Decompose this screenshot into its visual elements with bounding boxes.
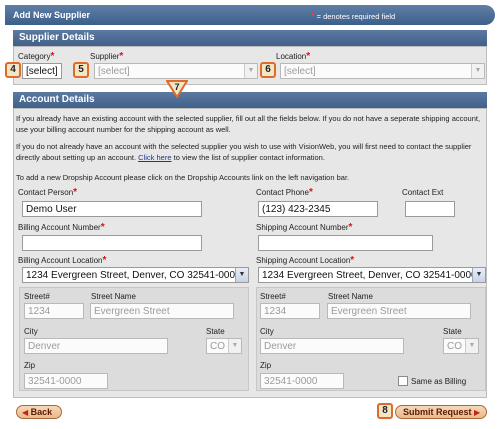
billing-street-no-input[interactable]: 1234 xyxy=(24,303,84,319)
page-title: Add New Supplier xyxy=(13,10,91,20)
submit-request-label: Submit Request xyxy=(403,407,472,417)
billing-street-no-label: Street# xyxy=(24,292,50,301)
contact-ext-input[interactable] xyxy=(405,201,455,217)
callout-badge-4: 4 xyxy=(5,62,21,78)
callout-badge-7: 7 xyxy=(166,80,188,98)
submit-request-button[interactable]: Submit Request ▶ xyxy=(395,405,487,419)
supplier-details-heading: Supplier Details xyxy=(13,30,487,46)
shipping-zip-label: Zip xyxy=(260,361,272,370)
supplier-label: Supplier* xyxy=(90,51,124,62)
contact-phone-input[interactable]: (123) 423-2345 xyxy=(258,201,378,217)
shipping-state-label: State xyxy=(443,327,462,336)
callout-badge-6: 6 xyxy=(260,62,276,78)
required-star-icon: * xyxy=(73,187,78,198)
callout-badge-8: 8 xyxy=(377,403,393,419)
arrow-right-icon: ▶ xyxy=(474,408,481,417)
shipping-street-no-label: Street# xyxy=(260,292,286,301)
contact-person-input[interactable]: Demo User xyxy=(22,201,202,217)
billing-zip-label: Zip xyxy=(24,361,36,370)
shipping-street-name-input[interactable]: Evergreen Street xyxy=(327,303,471,319)
billing-city-input[interactable]: Denver xyxy=(24,338,168,354)
required-star-icon: * xyxy=(119,51,124,62)
required-star-icon: * xyxy=(306,51,311,62)
billing-street-name-input[interactable]: Evergreen Street xyxy=(90,303,234,319)
shipping-street-no-input[interactable]: 1234 xyxy=(260,303,320,319)
chevron-down-icon: ▼ xyxy=(228,339,241,353)
required-star-icon: * xyxy=(308,187,313,198)
billing-location-label: Billing Account Location* xyxy=(18,255,107,266)
required-star-icon: * xyxy=(102,255,107,266)
billing-zip-input[interactable]: 32541-0000 xyxy=(24,373,108,389)
chevron-down-icon: ▼ xyxy=(244,64,257,78)
shipping-location-select[interactable]: 1234 Evergreen Street, Denver, CO 32541-… xyxy=(258,267,486,283)
arrow-left-icon: ◀ xyxy=(22,408,29,417)
shipping-state-select[interactable]: CO ▼ xyxy=(443,338,479,354)
same-as-billing-label: Same as Billing xyxy=(411,377,467,386)
shipping-location-label: Shipping Account Location* xyxy=(256,255,355,266)
chevron-down-icon: ▼ xyxy=(471,64,484,78)
shipping-zip-input[interactable]: 32541-0000 xyxy=(260,373,344,389)
contact-person-label: Contact Person* xyxy=(18,187,78,198)
same-as-billing-checkbox[interactable] xyxy=(398,376,408,386)
shipping-account-number-label: Shipping Account Number* xyxy=(256,222,353,233)
required-star-icon: * xyxy=(100,222,105,233)
dropship-info: To add a new Dropship Account please cli… xyxy=(16,173,350,182)
billing-state-label: State xyxy=(206,327,225,336)
chevron-down-icon: ▼ xyxy=(235,268,248,282)
contact-phone-label: Contact Phone* xyxy=(256,187,313,198)
required-star-icon: * xyxy=(50,51,55,62)
billing-city-label: City xyxy=(24,327,38,336)
account-details-heading: Account Details xyxy=(13,92,487,108)
shipping-account-number-input[interactable] xyxy=(258,235,433,251)
chevron-down-icon: ▼ xyxy=(472,268,485,282)
required-field-note: = denotes required field xyxy=(316,12,396,21)
svg-text:7: 7 xyxy=(174,82,179,92)
page-header-bar: Add New Supplier * = denotes required fi… xyxy=(5,5,495,25)
required-star-icon: * xyxy=(348,222,353,233)
required-field-legend: * = denotes required field xyxy=(311,11,395,21)
required-star-icon: * xyxy=(311,11,315,21)
new-account-info: If you do not already have an account wi… xyxy=(16,142,472,162)
callout-badge-5: 5 xyxy=(73,62,89,78)
existing-account-info: If you already have an existing account … xyxy=(16,114,481,134)
contact-ext-label: Contact Ext xyxy=(402,188,444,197)
billing-state-select[interactable]: CO ▼ xyxy=(206,338,242,354)
billing-account-number-input[interactable] xyxy=(22,235,202,251)
billing-location-select[interactable]: 1234 Evergreen Street, Denver, CO 32541-… xyxy=(22,267,249,283)
location-label: Location* xyxy=(276,51,311,62)
chevron-down-icon: ▼ xyxy=(465,339,478,353)
back-button-label: Back xyxy=(30,407,53,417)
category-label: Category* xyxy=(18,51,55,62)
location-select[interactable]: [select] ▼ xyxy=(280,63,485,79)
shipping-city-input[interactable]: Denver xyxy=(260,338,404,354)
supplier-select[interactable]: [select] ▼ xyxy=(94,63,258,79)
back-button[interactable]: ◀ Back xyxy=(16,405,62,419)
shipping-street-name-label: Street Name xyxy=(328,292,373,301)
required-star-icon: * xyxy=(350,255,355,266)
supplier-contact-link[interactable]: Click here xyxy=(138,153,171,162)
billing-account-number-label: Billing Account Number* xyxy=(18,222,105,233)
billing-street-name-label: Street Name xyxy=(91,292,136,301)
category-select[interactable]: [select] xyxy=(22,63,62,79)
shipping-city-label: City xyxy=(260,327,274,336)
